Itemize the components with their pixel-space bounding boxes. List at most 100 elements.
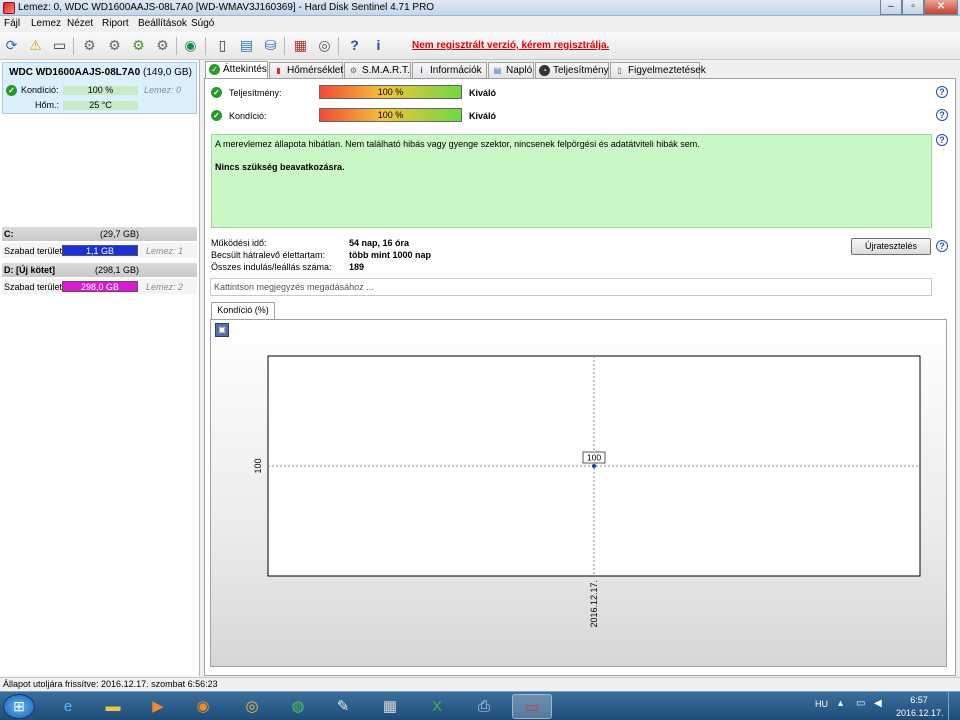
partition-d-header[interactable]: D: [Új kötet] (298,1 GB)	[2, 263, 197, 277]
start-button[interactable]: ⊞	[3, 694, 35, 719]
report-icon[interactable]: ▭	[50, 36, 69, 55]
disk-icon: ⚙	[349, 66, 358, 75]
volume-icon[interactable]: ◀	[874, 698, 882, 709]
calculator-icon[interactable]: ▦	[370, 694, 410, 719]
tab-overview[interactable]: ✓ Áttekintés	[205, 61, 268, 78]
disk-list-panel: WDC WD1600AAJS-08L7A0 (149,0 GB) ✓ Kondí…	[0, 60, 200, 676]
title-bar: Lemez: 0, WDC WD1600AAJS-08L7A0 [WD-WMAV…	[0, 0, 960, 16]
toolbar: ⟳ ⚠ ▭ ⚙ ⚙ ⚙ ⚙ ◉ ▯ ▤ ⛁ ▦ ◎ ? i Nem regisz…	[0, 32, 960, 60]
remaining-life-value: több mint 1000 nap	[349, 250, 432, 260]
toolbar-separator	[284, 37, 285, 55]
toolbar-separator	[338, 37, 339, 55]
thermometer-icon: ▮	[276, 66, 281, 75]
menu-disk[interactable]: Lemez	[31, 18, 61, 30]
network-printer-icon[interactable]: ⎙	[464, 694, 504, 719]
status-text: A merevlemez állapota hibátlan. Nem talá…	[215, 139, 700, 149]
retest-button[interactable]: Újratesztelés	[851, 238, 931, 255]
paint-icon[interactable]: ✎	[323, 694, 363, 719]
tab-condition-chart[interactable]: Kondíció (%)	[211, 302, 275, 319]
performance-rating: Kiváló	[469, 88, 497, 98]
log-icon: ▤	[493, 66, 502, 75]
menu-view[interactable]: Nézet	[67, 18, 93, 30]
maximize-button[interactable]: ▫	[902, 0, 924, 15]
warning-icon[interactable]: ⚠	[26, 36, 45, 55]
language-indicator[interactable]: HU	[815, 699, 828, 709]
globe-icon[interactable]: ◉	[181, 36, 200, 55]
media-center-icon[interactable]: ◍	[278, 694, 318, 719]
disk-tool-2-icon[interactable]: ⚙	[105, 36, 124, 55]
ie-icon[interactable]: e	[48, 694, 88, 719]
disk-card[interactable]: WDC WD1600AAJS-08L7A0 (149,0 GB) ✓ Kondí…	[2, 62, 197, 114]
overview-panel: ✓ Teljesítmény: 100 % Kiváló ? ✓ Kondíci…	[204, 78, 956, 676]
condition-label: Kondíció:	[21, 85, 59, 95]
check-icon: ✓	[211, 87, 222, 98]
info-icon[interactable]: i	[369, 36, 388, 55]
help-icon[interactable]: ?	[936, 240, 948, 252]
disk-tool-4-icon[interactable]: ⚙	[153, 36, 172, 55]
help-icon[interactable]: ?	[936, 86, 948, 98]
help-icon[interactable]: ?	[936, 134, 948, 146]
check-icon: ✓	[209, 64, 220, 75]
show-desktop-button[interactable]	[948, 692, 960, 720]
refresh-icon[interactable]: ⟳	[2, 36, 21, 55]
close-button[interactable]: ✕	[924, 0, 958, 15]
network-icon[interactable]: ▭	[856, 698, 865, 709]
hd-sentinel-icon[interactable]: ▭	[512, 694, 552, 719]
chart-canvas: 100 2016.12.17. 100	[253, 355, 921, 628]
document-icon[interactable]: ▤	[237, 36, 256, 55]
tab-performance[interactable]: ◔ Teljesítmény	[535, 62, 609, 78]
tab-log[interactable]: ▤ Napló	[488, 62, 534, 78]
help-icon[interactable]: ?	[345, 36, 364, 55]
partition-d-row: Szabad terület 298,0 GB Lemez: 2	[2, 279, 197, 294]
excel-icon[interactable]: X	[417, 694, 457, 719]
check-icon: ✓	[211, 110, 222, 121]
firefox-icon[interactable]: ◉	[183, 694, 223, 719]
partition-c-row: Szabad terület 1,1 GB Lemez: 1	[2, 243, 197, 258]
tab-alerts[interactable]: ▯ Figyelmeztetések	[610, 62, 706, 78]
explorer-icon[interactable]: ▬	[93, 694, 133, 719]
window-title: Lemez: 0, WDC WD1600AAJS-08L7A0 [WD-WMAV…	[18, 2, 435, 13]
menu-file[interactable]: Fájl	[4, 18, 20, 30]
chrome-icon[interactable]: ◎	[232, 694, 272, 719]
chart-icon[interactable]: ▦	[291, 36, 310, 55]
disk-tool-3-icon[interactable]: ⚙	[129, 36, 148, 55]
tab-temperature[interactable]: ▮ Hőmérséklet	[269, 62, 343, 78]
temperature-bar: 25 °C	[63, 101, 138, 110]
remaining-life-label: Becsült hátralevő élettartam:	[211, 250, 326, 260]
menu-report[interactable]: Riport	[102, 18, 129, 30]
uptime-label: Működési idő:	[211, 238, 267, 248]
status-recommendation: Nincs szükség beavatkozásra.	[215, 162, 345, 172]
app-icon	[3, 2, 15, 14]
tab-information[interactable]: i Információk	[412, 62, 487, 78]
copy-icon[interactable]: ▯	[213, 36, 232, 55]
registration-link[interactable]: Nem regisztrált verzió, kérem regisztrál…	[412, 40, 609, 51]
partition-disk: Lemez: 1	[146, 246, 184, 256]
note-input[interactable]: Kattintson megjegyzés megadásához ...	[210, 278, 932, 296]
status-box: A merevlemez állapota hibátlan. Nem talá…	[211, 134, 932, 228]
minimize-button[interactable]: –	[880, 0, 902, 15]
clock-time[interactable]: 6:57	[898, 695, 940, 705]
toolbar-separator	[73, 37, 74, 55]
start-stop-value: 189	[349, 262, 365, 272]
tray-expand-icon[interactable]: ▴	[838, 698, 843, 709]
disk-tool-1-icon[interactable]: ⚙	[80, 36, 99, 55]
disk-index: Lemez: 0	[144, 85, 182, 95]
performance-bar: 100 %	[319, 85, 462, 99]
free-space-bar: 1,1 GB	[62, 245, 138, 256]
partition-size: (29,7 GB)	[99, 229, 139, 239]
check-icon: ✓	[6, 85, 17, 96]
info-icon: i	[420, 66, 423, 75]
settings-icon[interactable]: ◎	[315, 36, 334, 55]
tab-smart[interactable]: ⚙ S.M.A.R.T.	[344, 62, 411, 78]
free-space-label: Szabad terület	[4, 282, 63, 292]
menu-settings[interactable]: Beállítások	[138, 18, 187, 30]
help-icon[interactable]: ?	[936, 109, 948, 121]
media-player-icon[interactable]: ▶	[138, 694, 178, 719]
partition-c-header[interactable]: C: (29,7 GB)	[2, 227, 197, 241]
condition-bar: 100 %	[319, 108, 462, 122]
network-icon[interactable]: ⛁	[261, 36, 280, 55]
clock-date[interactable]: 2016.12.17.	[896, 708, 944, 718]
free-space-bar: 298,0 GB	[62, 281, 138, 292]
menu-help[interactable]: Súgó	[191, 18, 214, 30]
toolbar-separator	[205, 37, 206, 55]
